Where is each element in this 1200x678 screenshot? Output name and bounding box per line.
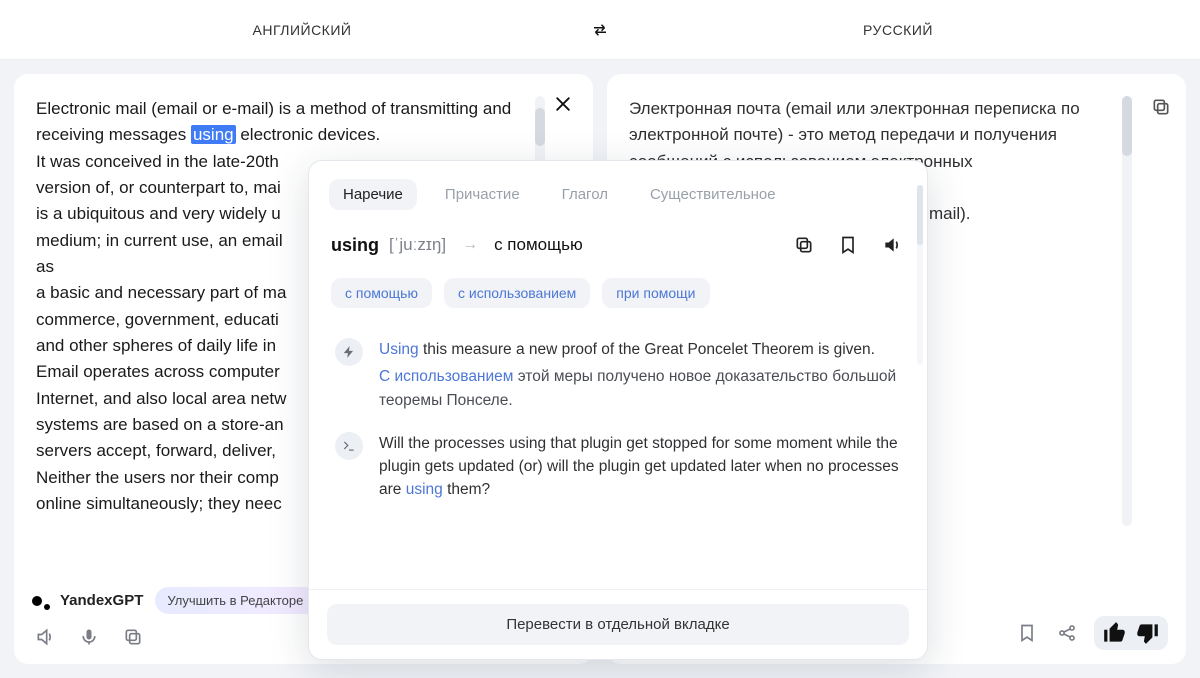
swap-languages-button[interactable] — [584, 14, 616, 46]
source-scrollbar[interactable] — [535, 96, 545, 166]
translation-variants: с помощью с использованием при помощи — [309, 272, 927, 322]
improve-in-editor-label: Улучшить в Редакторе — [167, 593, 303, 608]
example-keyword: С использованием — [379, 368, 513, 385]
copy-icon — [794, 235, 814, 255]
feedback-group — [1094, 616, 1168, 650]
scrollbar-thumb[interactable] — [535, 108, 545, 146]
part-of-speech-tabs: Наречие Причастие Глагол Существительное — [309, 161, 927, 222]
microphone-icon — [79, 627, 99, 647]
translation-chip[interactable]: с использованием — [444, 278, 590, 308]
example-text-segment: them? — [443, 481, 490, 498]
target-language-label[interactable]: РУССКИЙ — [616, 22, 1180, 38]
example-item: Using this measure a new proof of the Gr… — [331, 328, 919, 422]
copy-icon — [1151, 97, 1171, 117]
example-keyword: Using — [379, 341, 419, 358]
yandexgpt-label: YandexGPT — [60, 592, 143, 609]
thumbs-up-icon — [1102, 620, 1128, 646]
yandexgpt-logo — [32, 593, 48, 609]
dictionary-word: using — [331, 235, 379, 256]
clear-source-button[interactable] — [549, 90, 577, 118]
translation-chip[interactable]: с помощью — [331, 278, 432, 308]
dictionary-ipa: [ˈjuːzɪŋ] — [389, 235, 446, 255]
target-scrollbar[interactable] — [1122, 96, 1132, 526]
bookmark-translation-button[interactable] — [1014, 620, 1040, 646]
speak-source-button[interactable] — [32, 624, 58, 650]
microphone-button[interactable] — [76, 624, 102, 650]
swap-icon — [591, 21, 609, 39]
speaker-icon — [35, 627, 55, 647]
copy-icon — [123, 627, 143, 647]
source-text-segment: electronic devices. — [236, 125, 381, 144]
thumbs-up-button[interactable] — [1102, 620, 1128, 646]
example-source-icon — [335, 338, 363, 366]
popup-scrollbar[interactable] — [917, 185, 923, 365]
copy-source-button[interactable] — [120, 624, 146, 650]
dictionary-translation: с помощью — [494, 235, 583, 255]
pos-tab-verb[interactable]: Глагол — [548, 179, 622, 210]
example-text-segment: this measure a new proof of the Great Po… — [419, 341, 875, 358]
dictionary-popup: Наречие Причастие Глагол Существительное… — [308, 160, 928, 660]
bookmark-word-button[interactable] — [835, 232, 861, 258]
thumbs-down-icon — [1134, 620, 1160, 646]
share-translation-button[interactable] — [1054, 620, 1080, 646]
bookmark-icon — [838, 235, 858, 255]
copy-target-button[interactable] — [1148, 94, 1174, 120]
share-icon — [1057, 623, 1077, 643]
example-keyword: using — [406, 481, 443, 498]
example-item: Will the processes using that plugin get… — [331, 422, 919, 512]
examples-list: Using this measure a new proof of the Gr… — [309, 322, 927, 589]
scrollbar-thumb[interactable] — [1122, 96, 1132, 156]
arrow-icon: → — [462, 236, 478, 254]
source-language-label[interactable]: АНГЛИЙСКИЙ — [20, 22, 584, 38]
pos-tab-adverb[interactable]: Наречие — [329, 179, 417, 210]
highlighted-word[interactable]: using — [191, 125, 236, 144]
pos-tab-noun[interactable]: Существительное — [636, 179, 790, 210]
bookmark-icon — [1017, 623, 1037, 643]
play-pronunciation-button[interactable] — [879, 232, 905, 258]
copy-word-button[interactable] — [791, 232, 817, 258]
scrollbar-thumb[interactable] — [917, 185, 923, 245]
pos-tab-participle[interactable]: Причастие — [431, 179, 534, 210]
example-source-icon — [335, 432, 363, 460]
speaker-icon — [882, 235, 902, 255]
open-in-tab-button[interactable]: Перевести в отдельной вкладке — [327, 604, 909, 645]
thumbs-down-button[interactable] — [1134, 620, 1160, 646]
translation-chip[interactable]: при помощи — [602, 278, 709, 308]
